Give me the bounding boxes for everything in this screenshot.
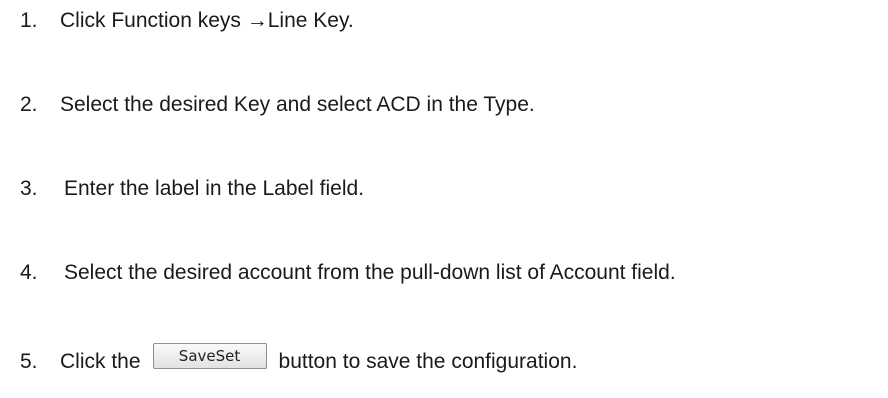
step-5: 5. Click the SaveSet button to save the … [20,343,578,375]
step-number: 2. [20,93,38,116]
instruction-steps: 1. Click Function keys →Line Key. 2. Sel… [0,0,888,398]
step-number: 5. [20,350,38,373]
step-text: Select the desired Key and select ACD in… [60,93,535,116]
step-text-after: button to save the configuration. [278,350,578,373]
step-1: 1. Click Function keys →Line Key. [20,8,354,34]
step-2: 2. Select the desired Key and select ACD… [20,92,535,118]
saveset-button[interactable]: SaveSet [152,343,267,369]
step-number: 1. [20,9,38,32]
step-text: Select the desired account from the pull… [64,261,676,284]
step-3: 3. Enter the label in the Label field. [20,176,364,202]
step-4: 4. Select the desired account from the p… [20,260,676,286]
step-number: 3. [20,177,38,200]
step-text: Enter the label in the Label field. [64,177,365,200]
step-text: Click Function keys →Line Key. [60,9,354,32]
step-text-before: Click the [60,350,141,373]
step-number: 4. [20,261,38,284]
